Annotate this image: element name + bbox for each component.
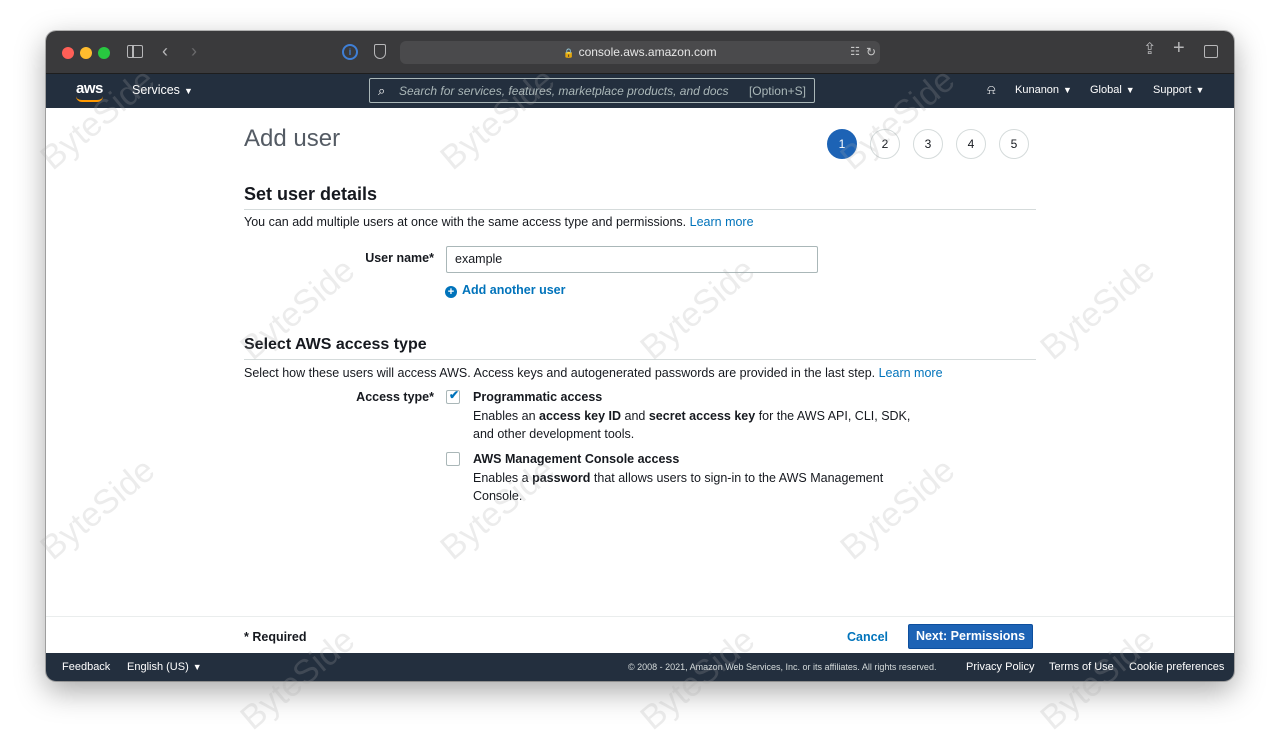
region-menu[interactable]: Global ▼	[1090, 84, 1135, 96]
account-name: Kunanon	[1015, 84, 1060, 96]
search-shortcut: [Option+S]	[748, 84, 806, 98]
copyright-text: © 2008 - 2021, Amazon Web Services, Inc.…	[628, 662, 937, 672]
browser-toolbar: ‹ › i 🔒 console.aws.amazon.com ☷ ↻ ⇪ +	[46, 31, 1234, 74]
learn-more-link[interactable]: Learn more	[690, 215, 754, 229]
caret-down-icon: ▼	[1125, 85, 1135, 95]
forward-icon[interactable]: ›	[191, 42, 197, 60]
language-selector[interactable]: English (US) ▼	[127, 661, 202, 673]
aws-logo[interactable]: aws	[76, 80, 103, 97]
sidebar-toggle-icon[interactable]	[127, 45, 143, 58]
main-content: Add user 1 2 3 4 5 Set user details You …	[46, 108, 1234, 616]
caret-down-icon: ▼	[1063, 85, 1072, 95]
username-label: User name*	[365, 251, 434, 265]
access-type-heading: Select AWS access type	[244, 336, 427, 353]
cancel-button[interactable]: Cancel	[847, 630, 888, 644]
plus-circle-icon: +	[445, 286, 457, 298]
wizard-action-bar: * Required Cancel Next: Permissions	[46, 616, 1234, 653]
console-footer: Feedback English (US) ▼ © 2008 - 2021, Am…	[46, 653, 1234, 681]
search-placeholder: Search for services, features, marketpla…	[399, 84, 729, 98]
programmatic-access-checkbox[interactable]: ✔	[446, 388, 460, 404]
browser-window: ‹ › i 🔒 console.aws.amazon.com ☷ ↻ ⇪ + aw…	[46, 31, 1234, 681]
next-permissions-button[interactable]: Next: Permissions	[908, 624, 1033, 649]
close-window-button[interactable]	[62, 47, 74, 59]
required-note: * Required	[244, 630, 307, 644]
console-access-description: Enables a password that allows users to …	[473, 471, 884, 503]
notifications-bell-icon[interactable]: ⍾	[987, 82, 996, 98]
programmatic-access-description: Enables an access key ID and secret acce…	[473, 409, 911, 441]
minimize-window-button[interactable]	[80, 47, 92, 59]
region-name: Global	[1090, 84, 1122, 96]
services-menu[interactable]: Services ▼	[132, 83, 193, 97]
user-details-heading: Set user details	[244, 184, 378, 204]
wizard-step-4[interactable]: 4	[956, 129, 986, 159]
url-text: console.aws.amazon.com	[578, 45, 717, 59]
wizard-step-2[interactable]: 2	[870, 129, 900, 159]
section-divider	[244, 209, 1036, 210]
caret-down-icon: ▼	[1195, 85, 1205, 95]
support-menu[interactable]: Support ▼	[1153, 84, 1204, 96]
privacy-policy-link[interactable]: Privacy Policy	[966, 661, 1034, 673]
programmatic-access-title[interactable]: Programmatic access	[473, 390, 602, 404]
terms-of-use-link[interactable]: Terms of Use	[1049, 661, 1114, 673]
console-access-title[interactable]: AWS Management Console access	[473, 452, 679, 466]
access-type-description: Select how these users will access AWS. …	[244, 366, 943, 380]
access-type-label: Access type*	[356, 390, 434, 404]
aws-logo-smile-icon	[76, 96, 103, 102]
support-label: Support	[1153, 84, 1192, 96]
caret-down-icon: ▼	[183, 86, 193, 96]
password-manager-icon[interactable]: i	[342, 44, 358, 60]
tab-overview-icon[interactable]	[1204, 45, 1218, 58]
new-tab-icon[interactable]: +	[1173, 38, 1185, 58]
user-details-description: You can add multiple users at once with …	[244, 215, 754, 229]
privacy-shield-icon[interactable]	[374, 44, 386, 59]
translate-icon[interactable]: ☷	[850, 41, 860, 64]
wizard-step-5[interactable]: 5	[999, 129, 1029, 159]
add-another-user-link[interactable]: + Add another user	[445, 283, 566, 298]
account-menu[interactable]: Kunanon ▼	[1015, 84, 1072, 96]
username-input[interactable]: example	[446, 246, 818, 273]
console-access-checkbox[interactable]	[446, 452, 460, 466]
aws-top-nav: aws Services ▼ ⌕ Search for services, fea…	[46, 74, 1234, 108]
services-label: Services	[132, 83, 180, 97]
share-icon[interactable]: ⇪	[1143, 42, 1156, 58]
feedback-link[interactable]: Feedback	[62, 661, 110, 673]
reload-icon[interactable]: ↻	[866, 41, 876, 64]
section-divider	[244, 359, 1036, 360]
zoom-window-button[interactable]	[98, 47, 110, 59]
lock-icon: 🔒	[563, 48, 575, 58]
address-bar[interactable]: 🔒 console.aws.amazon.com ☷ ↻	[400, 41, 880, 64]
cookie-preferences-link[interactable]: Cookie preferences	[1129, 661, 1224, 673]
page-title: Add user	[244, 125, 341, 152]
service-search-input[interactable]: ⌕ Search for services, features, marketp…	[369, 78, 815, 103]
back-icon[interactable]: ‹	[162, 42, 168, 60]
wizard-step-3[interactable]: 3	[913, 129, 943, 159]
add-another-user-label: Add another user	[462, 283, 566, 297]
caret-down-icon: ▼	[192, 662, 202, 672]
learn-more-link[interactable]: Learn more	[879, 366, 943, 380]
search-icon: ⌕	[378, 83, 386, 98]
checkmark-icon: ✔	[449, 388, 460, 402]
access-type-text: Select how these users will access AWS. …	[244, 366, 876, 380]
user-details-text: You can add multiple users at once with …	[244, 215, 687, 229]
wizard-step-1[interactable]: 1	[827, 129, 857, 159]
language-label: English (US)	[127, 661, 189, 673]
